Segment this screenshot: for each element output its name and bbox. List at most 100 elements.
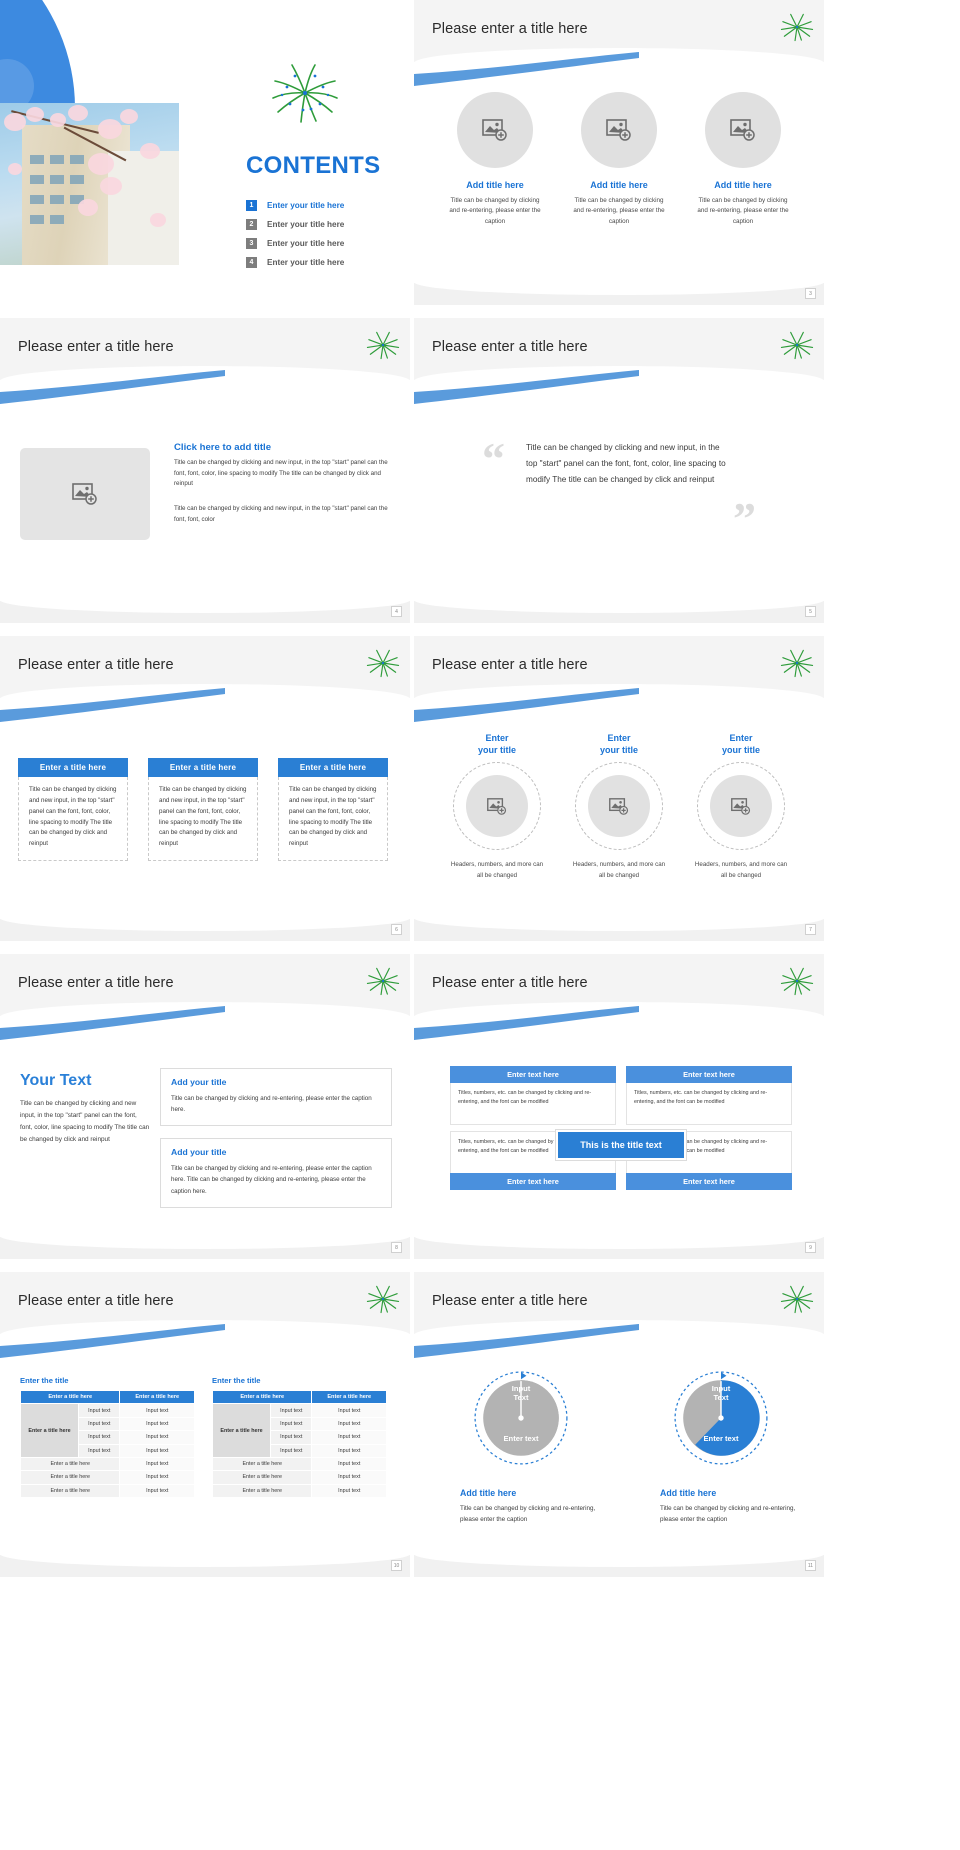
add-image-icon[interactable]: [20, 448, 150, 540]
add-image-icon[interactable]: [588, 775, 650, 838]
dotted-ring: [453, 762, 541, 851]
slide-quote[interactable]: Please enter a title here “ Title can be…: [414, 318, 824, 623]
list-item[interactable]: Enter your title Headers, numbers, and m…: [693, 732, 789, 882]
center-title-badge[interactable]: This is the title text: [556, 1130, 686, 1160]
dotted-ring: [697, 762, 785, 851]
cell: Input text: [269, 1416, 313, 1432]
page-number: 11: [805, 1560, 816, 1571]
body-text-2: Title can be changed by clicking and new…: [174, 504, 388, 523]
add-image-icon[interactable]: [705, 92, 781, 168]
page-number: 4: [391, 606, 402, 617]
toc-number: 4: [246, 257, 257, 268]
toc-number: 3: [246, 238, 257, 249]
cell: Enter a title here: [211, 1470, 313, 1485]
slide-three-circles[interactable]: Please enter a title here Add title here…: [414, 0, 824, 305]
list-item[interactable]: Enter your title Headers, numbers, and m…: [571, 732, 667, 882]
slide-footer: [0, 1541, 410, 1577]
table-row[interactable]: Enter a title here Input text: [211, 1456, 387, 1472]
list-item[interactable]: Enter a title here Title can be changed …: [18, 758, 128, 862]
cell: Enter a title here: [19, 1483, 121, 1499]
slide-title: Please enter a title here: [18, 975, 174, 991]
table-block-2: Enter the title Enter a title here Enter…: [211, 1376, 387, 1499]
pie-chart-1: Input Text Enter text: [467, 1364, 575, 1472]
add-image-icon[interactable]: [457, 92, 533, 168]
list-item[interactable]: Add your title Title can be changed by c…: [160, 1068, 392, 1127]
slide-title: Please enter a title here: [432, 975, 588, 991]
page-number: 10: [391, 1560, 402, 1571]
slide-title: Please enter a title here: [432, 1293, 588, 1309]
slide-cover[interactable]: CONTENTS 1 Enter your title here 2 Enter…: [0, 0, 410, 305]
list-item[interactable]: Add title here Title can be changed by c…: [570, 92, 668, 227]
slide-donut-charts[interactable]: Please enter a title here Input Text Ent…: [414, 1272, 824, 1577]
chart-label-bottom: Enter text: [503, 1434, 539, 1443]
add-image-icon[interactable]: [466, 775, 528, 838]
cell: Input text: [269, 1443, 313, 1458]
list-item[interactable]: 1 Enter your title here: [246, 196, 396, 215]
card-heading: Add title here: [590, 180, 648, 190]
column-header: Enter text here: [450, 1173, 616, 1190]
list-item[interactable]: 3 Enter your title here: [246, 234, 396, 253]
slide-image-text[interactable]: Please enter a title here Click here to …: [0, 318, 410, 623]
list-item[interactable]: Enter a title here Title can be changed …: [278, 758, 388, 862]
data-table[interactable]: Enter a title here Enter a title here En…: [211, 1389, 387, 1499]
card-heading: Enter your title: [721, 733, 760, 756]
green-starburst-logo-icon: [780, 967, 814, 996]
slide-footer: [414, 1223, 824, 1259]
table-row[interactable]: Enter a title here Input text Input text: [20, 1403, 195, 1458]
slide-footer: [414, 1541, 824, 1577]
table-row[interactable]: Enter a title here Input text: [211, 1470, 387, 1485]
list-item[interactable]: Enter your title Headers, numbers, and m…: [449, 732, 545, 882]
slide-matrix[interactable]: Please enter a title here Enter text her…: [414, 954, 824, 1259]
cell: Input text: [119, 1470, 195, 1485]
column-header: Enter text here: [450, 1066, 616, 1083]
slide-tables[interactable]: Please enter a title here Enter the titl…: [0, 1272, 410, 1577]
table-row[interactable]: Enter a title here Input text: [211, 1483, 387, 1499]
card-body: Headers, numbers, and more can all be ch…: [572, 861, 666, 880]
cover-photo: [0, 103, 179, 265]
list-item[interactable]: Add title here Title can be changed by c…: [446, 92, 544, 227]
add-image-icon[interactable]: [581, 92, 657, 168]
list-item[interactable]: Add your title Title can be changed by c…: [160, 1138, 392, 1208]
close-quote-icon: ”: [733, 493, 756, 544]
slide-your-text[interactable]: Please enter a title here Your Text Titl…: [0, 954, 410, 1259]
table-caption: Enter the title: [20, 1376, 69, 1385]
card-heading: Add your title: [171, 1077, 227, 1087]
page-number: 9: [805, 1242, 816, 1253]
slide-three-cards[interactable]: Please enter a title here Enter a title …: [0, 636, 410, 941]
cell: Enter a title here: [211, 1456, 313, 1472]
card-heading: Add your title: [171, 1147, 227, 1158]
page-number: 7: [805, 924, 816, 935]
list-item[interactable]: Add title here Title can be changed by c…: [694, 92, 792, 227]
data-table[interactable]: Enter a title here Enter a title here En…: [19, 1389, 195, 1499]
cell: Input text: [119, 1416, 195, 1432]
table-row[interactable]: Enter a title here Input text: [19, 1456, 195, 1472]
table-row[interactable]: Enter a title here Input text: [19, 1470, 195, 1485]
slide-title: Please enter a title here: [18, 657, 174, 673]
card-heading: Add title here: [714, 180, 772, 190]
slide-title: Please enter a title here: [18, 1293, 174, 1309]
donut-item-2[interactable]: Input Text Enter text Add title here Tit…: [638, 1364, 804, 1525]
list-item[interactable]: 2 Enter your title here: [246, 215, 396, 234]
card-body: Title can be changed by clicking and new…: [278, 777, 388, 862]
table-row[interactable]: Enter a title here Input text: [19, 1483, 195, 1499]
list-item[interactable]: 4 Enter your title here: [246, 253, 396, 272]
cell: Input text: [77, 1443, 121, 1458]
cell: Input text: [311, 1456, 387, 1472]
table-row[interactable]: Enter a title here Input text Input text: [212, 1403, 387, 1458]
add-image-icon[interactable]: [710, 775, 772, 838]
table-row[interactable]: Enter text here Titles, numbers, etc. ca…: [626, 1066, 792, 1125]
slide-three-rings[interactable]: Please enter a title here Enter your tit…: [414, 636, 824, 941]
list-item[interactable]: Enter a title here Title can be changed …: [148, 758, 258, 862]
cell: Input text: [269, 1403, 313, 1418]
cell: Enter a title here: [19, 1456, 121, 1472]
cell: Input text: [119, 1403, 195, 1418]
section-heading: Click here to add title: [174, 442, 272, 453]
pie-chart-2: Input Text Enter text: [667, 1364, 775, 1472]
chart-label-top: Input Text: [711, 1384, 731, 1403]
slide-title: Please enter a title here: [18, 339, 174, 355]
table-row[interactable]: Enter text here Titles, numbers, etc. ca…: [450, 1066, 616, 1125]
cell: Input text: [269, 1430, 313, 1445]
matrix-top-row: Enter text here Titles, numbers, etc. ca…: [450, 1066, 792, 1125]
green-starburst-logo-icon: [780, 649, 814, 678]
donut-item-1[interactable]: Input Text Enter text Add title here Tit…: [438, 1364, 604, 1525]
